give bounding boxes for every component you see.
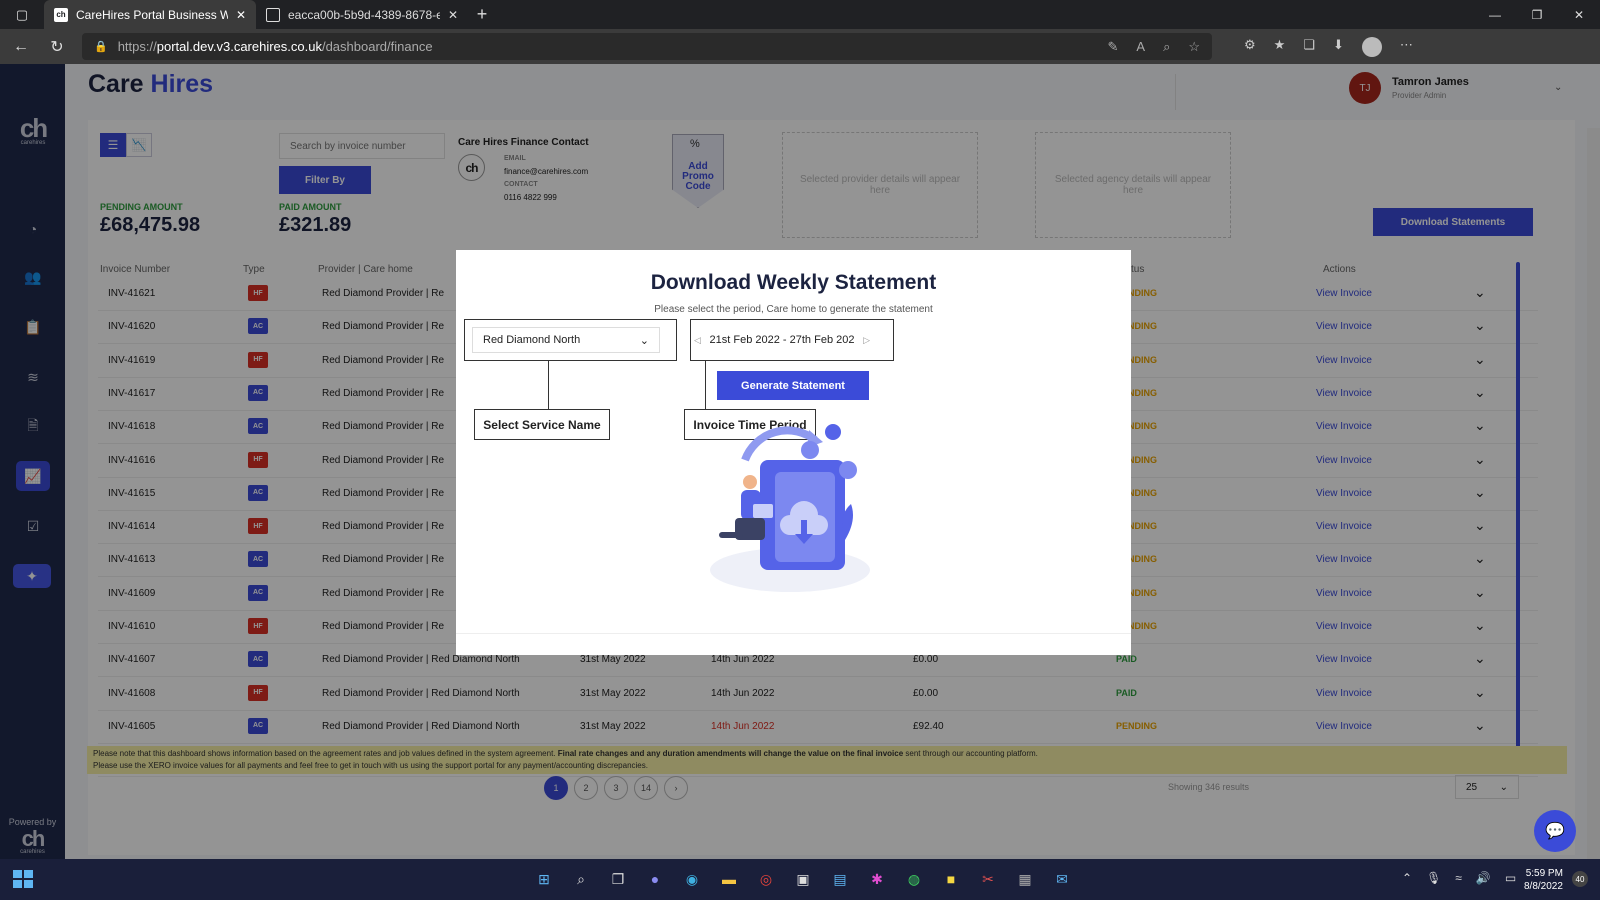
extensions-icon[interactable]: ⚙ (1244, 37, 1256, 57)
start-windows-icon[interactable]: ⊞ (532, 867, 556, 891)
close-tab-icon[interactable]: ✕ (448, 8, 458, 22)
browser-tab-carehires[interactable]: ch CareHires Portal Business Web A ✕ (44, 0, 256, 29)
sticky-notes-icon[interactable]: ■ (939, 867, 963, 891)
close-tab-icon[interactable]: ✕ (236, 8, 246, 22)
task-view-icon[interactable]: ❐ (606, 867, 630, 891)
chat-app-icon[interactable]: ● (643, 867, 667, 891)
favorite-add-icon[interactable]: ☆ (1188, 39, 1200, 55)
refresh-icon[interactable]: ↻ (46, 37, 68, 57)
calculator-icon[interactable]: ▦ (1013, 867, 1037, 891)
microphone-icon[interactable]: 🎙 (1426, 871, 1441, 885)
lock-icon: 🔒 (94, 41, 108, 53)
downloads-icon[interactable]: ⬇ (1333, 37, 1344, 57)
tab-title: eacca00b-5b9d-4389-8678-e32 (288, 7, 440, 22)
chevron-up-icon[interactable]: ⌃ (1402, 871, 1412, 885)
store-icon[interactable]: ▣ (791, 867, 815, 891)
slack-icon[interactable]: ✱ (865, 867, 889, 891)
modal-title: Download Weekly Statement (650, 271, 937, 294)
browser-address-bar: ← ↻ 🔒 https://portal.dev.v3.carehires.co… (0, 29, 1600, 64)
profile-icon[interactable] (1361, 36, 1382, 57)
favorites-icon[interactable]: ★ (1274, 37, 1286, 57)
edge-browser-icon[interactable]: ◉ (680, 867, 704, 891)
snipping-tool-icon[interactable]: ✂ (976, 867, 1000, 891)
widgets-icon[interactable] (13, 870, 33, 888)
notepad-icon[interactable]: ▤ (828, 867, 852, 891)
back-icon[interactable]: ← (10, 38, 32, 56)
generate-statement-button[interactable]: Generate Statement (717, 371, 869, 400)
wifi-icon[interactable]: ≈ (1455, 871, 1462, 885)
tab-title: CareHires Portal Business Web A (76, 7, 228, 22)
file-explorer-icon[interactable]: ▬ (717, 867, 741, 891)
windows-taskbar: ⊞ ⌕ ❐ ● ◉ ▬ ◎ ▣ ▤ ✱ ◍ ■ ✂ ▦ ✉ ⌃ 🎙 ≈ 🔊 ▭ … (0, 859, 1600, 900)
previous-week-icon[interactable]: ◁ (694, 335, 701, 346)
browser-tab-bar: ▢ ch CareHires Portal Business Web A ✕ e… (0, 0, 1600, 29)
period-picker: ◁ 21st Feb 2022 - 27th Feb 202 ▷ (694, 334, 870, 346)
read-aloud-icon[interactable]: A (1136, 39, 1145, 55)
pen-icon[interactable]: ✎ (1107, 39, 1118, 55)
collections-icon[interactable]: ❏ (1303, 37, 1315, 57)
tab-actions-icon[interactable]: ▢ (0, 0, 44, 29)
download-illustration (710, 424, 870, 592)
chrome-icon[interactable]: ◎ (754, 867, 778, 891)
modal-subtitle: Please select the period, Care home to g… (654, 304, 933, 315)
chat-support-button[interactable]: 💬 (1534, 810, 1576, 852)
restore-icon[interactable]: ❐ (1516, 0, 1558, 29)
notification-badge[interactable]: 40 (1572, 871, 1588, 887)
taskbar-apps: ⊞ ⌕ ❐ ● ◉ ▬ ◎ ▣ ▤ ✱ ◍ ■ ✂ ▦ ✉ (532, 867, 1074, 891)
callout-select-service: Select Service Name (474, 409, 610, 440)
browser-tab-document[interactable]: eacca00b-5b9d-4389-8678-e32 ✕ (256, 0, 468, 29)
next-week-icon[interactable]: ▷ (863, 335, 870, 346)
document-favicon-icon (266, 7, 280, 22)
close-window-icon[interactable]: ✕ (1558, 0, 1600, 29)
minimize-icon[interactable]: — (1474, 0, 1516, 29)
system-tray: ⌃ 🎙 ≈ 🔊 ▭ (1402, 871, 1516, 885)
volume-icon[interactable]: 🔊 (1476, 871, 1491, 885)
mail-icon[interactable]: ✉ (1050, 867, 1074, 891)
chevron-down-icon: ⌄ (639, 334, 649, 347)
service-leader-line (548, 361, 549, 409)
window-controls: — ❐ ✕ (1474, 0, 1600, 29)
more-icon[interactable]: ⋯ (1400, 37, 1413, 57)
url-text: https://portal.dev.v3.carehires.co.uk/da… (117, 39, 433, 54)
zoom-icon[interactable]: ⌕ (1163, 39, 1170, 55)
url-field[interactable]: 🔒 https://portal.dev.v3.carehires.co.uk/… (82, 33, 1212, 60)
carehires-favicon-icon: ch (54, 7, 68, 22)
system-clock[interactable]: 5:59 PM 8/8/2022 (1524, 867, 1563, 893)
download-statement-modal: Download Weekly Statement Please select … (456, 250, 1131, 655)
search-icon[interactable]: ⌕ (569, 867, 593, 891)
browser-toolbar: ⚙ ★ ❏ ⬇ ⋯ (1244, 36, 1413, 57)
new-tab-button[interactable]: + (468, 0, 496, 29)
url-tools: ✎ A ⌕ ☆ (1107, 39, 1200, 55)
battery-icon[interactable]: ▭ (1505, 871, 1516, 885)
period-leader-line (705, 361, 706, 409)
modal-footer-divider (456, 633, 1131, 634)
whatsapp-icon[interactable]: ◍ (902, 867, 926, 891)
care-home-select[interactable]: Red Diamond North ⌄ (472, 327, 660, 353)
